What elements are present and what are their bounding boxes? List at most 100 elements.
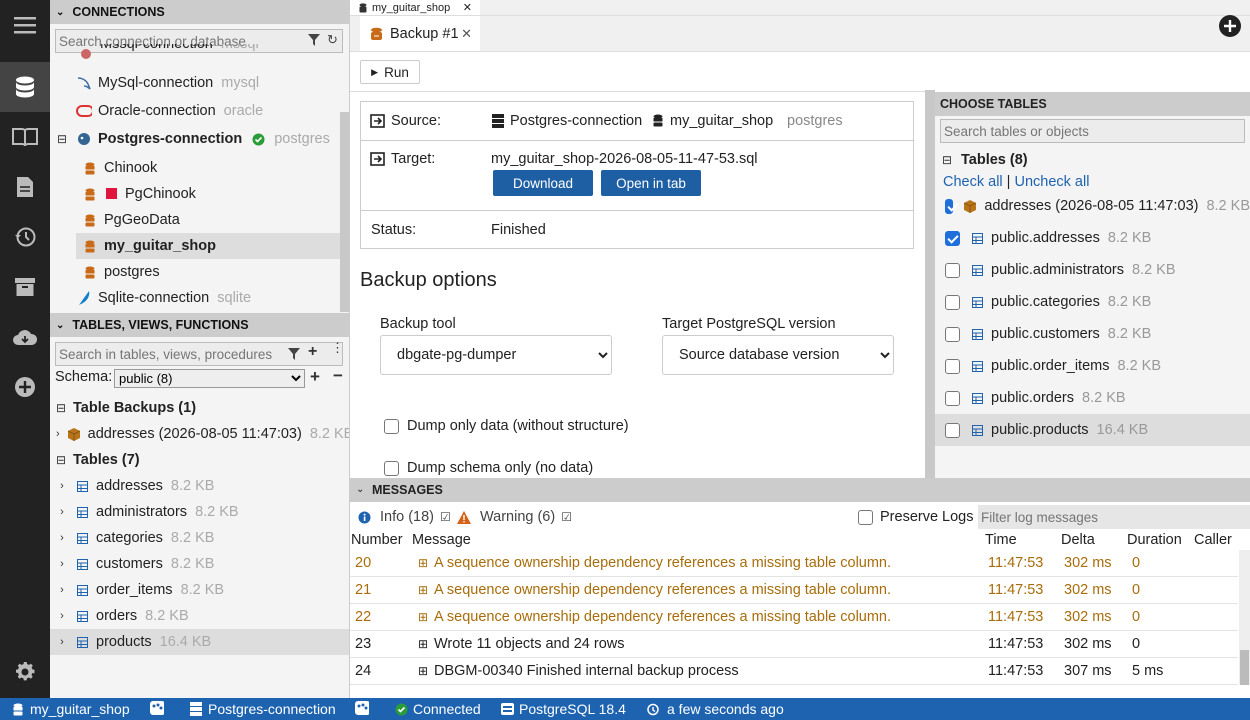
tables-group-toggle[interactable]: ⊟ Tables (8) xyxy=(941,152,1028,168)
filter-icon[interactable] xyxy=(288,347,300,363)
message-row[interactable]: 22 ⊞ A sequence ownership dependency refer… xyxy=(350,604,1238,631)
choose-table-item[interactable]: public.addresses 8.2 KB xyxy=(935,222,1250,254)
check-all-link[interactable]: Check all xyxy=(943,174,1003,190)
choose-tables-search-input[interactable] xyxy=(940,119,1245,143)
expand-plus-icon[interactable]: ⊞ xyxy=(418,583,428,597)
plus-icon[interactable]: + xyxy=(308,343,317,361)
connection-item-mssql[interactable]: Mssql-connection mssql xyxy=(50,44,349,64)
tab-backup-1[interactable]: Backup #1 ✕ xyxy=(360,16,480,51)
table-checkbox[interactable] xyxy=(945,422,960,438)
table-checkbox[interactable] xyxy=(945,358,960,374)
more-vertical-icon[interactable]: ⋮ xyxy=(331,341,344,354)
table-item-customers[interactable]: › customers 8.2 KB xyxy=(50,551,349,577)
choose-table-item[interactable]: public.order_items 8.2 KB xyxy=(935,350,1250,382)
expand-plus-icon[interactable]: ⊞ xyxy=(418,664,428,678)
messages-header[interactable]: ⌄ MESSAGES xyxy=(350,478,1250,502)
table-checkbox[interactable] xyxy=(945,294,960,310)
choose-table-item[interactable]: public.products 16.4 KB xyxy=(935,414,1250,446)
messages-scrollbar[interactable] xyxy=(1239,550,1250,685)
filter-log-input[interactable] xyxy=(978,505,1250,529)
chevron-right-icon[interactable]: › xyxy=(56,506,68,518)
add-schema-icon[interactable]: + xyxy=(310,367,320,387)
preserve-logs-checkbox[interactable]: Preserve Logs xyxy=(858,509,974,525)
tab-my-guitar-shop[interactable]: my_guitar_shop ✕ xyxy=(350,0,480,15)
expand-plus-icon[interactable]: ⊞ xyxy=(418,610,428,624)
connections-header[interactable]: ⌄ CONNECTIONS xyxy=(50,0,349,24)
database-item-my-guitar-shop[interactable]: my_guitar_shop xyxy=(76,233,340,259)
tables-header[interactable]: ⌄ TABLES, VIEWS, FUNCTIONS xyxy=(50,313,349,337)
expand-plus-icon[interactable]: ⊞ xyxy=(418,556,428,570)
table-checkbox[interactable] xyxy=(945,198,954,214)
add-circle-icon[interactable] xyxy=(0,362,50,412)
connection-item-postgres[interactable]: ⊟ Postgres-connection postgres xyxy=(50,126,349,152)
table-checkbox[interactable] xyxy=(945,230,960,246)
status-connection[interactable]: Postgres-connection xyxy=(189,701,336,717)
info-filter[interactable]: Info (18) ☑ xyxy=(356,509,451,525)
history-icon[interactable] xyxy=(0,212,50,262)
collapse-icon[interactable]: ⊟ xyxy=(55,453,67,467)
file-icon[interactable] xyxy=(0,162,50,212)
close-icon[interactable]: ✕ xyxy=(461,26,472,42)
run-button[interactable]: ▶ Run xyxy=(360,60,420,84)
collapse-icon[interactable]: ⊟ xyxy=(56,132,68,146)
database-item-pggeodata[interactable]: PgGeoData xyxy=(50,207,349,233)
chevron-right-icon[interactable]: › xyxy=(56,532,68,544)
tables-group[interactable]: ⊟ Tables (7) xyxy=(50,447,349,473)
cloud-icon[interactable] xyxy=(0,312,50,362)
table-item-administrators[interactable]: › administrators 8.2 KB xyxy=(50,499,349,525)
warning-filter[interactable]: Warning (6) ☑ xyxy=(456,509,572,525)
choose-table-item[interactable]: public.categories 8.2 KB xyxy=(935,286,1250,318)
download-button[interactable]: Download xyxy=(493,170,593,196)
dump-schema-only-checkbox[interactable]: Dump schema only (no data) xyxy=(384,460,593,476)
chevron-right-icon[interactable]: › xyxy=(56,558,68,570)
table-item-addresses[interactable]: › addresses 8.2 KB xyxy=(50,473,349,499)
message-row[interactable]: 23 ⊞ Wrote 11 objects and 24 rows 11:47:53 3… xyxy=(350,631,1238,658)
status-database[interactable]: my_guitar_shop xyxy=(11,701,130,717)
table-checkbox[interactable] xyxy=(945,262,960,278)
choose-table-item[interactable]: public.orders 8.2 KB xyxy=(935,382,1250,414)
backup-item[interactable]: › addresses (2026-08-05 11:47:03) 8.2 KB xyxy=(50,421,349,447)
backup-tool-select[interactable]: dbgate-pg-dumper xyxy=(380,335,612,375)
message-row[interactable]: 20 ⊞ A sequence ownership dependency refer… xyxy=(350,550,1238,577)
status-palette[interactable] xyxy=(150,701,169,715)
choose-table-item[interactable]: public.customers 8.2 KB xyxy=(935,318,1250,350)
connection-item-mysql[interactable]: MySql-connection mysql xyxy=(50,70,349,96)
connection-item-oracle[interactable]: Oracle-connection oracle xyxy=(50,98,349,124)
new-tab-plus-icon[interactable] xyxy=(1218,14,1242,41)
database-icon[interactable] xyxy=(0,62,50,112)
menu-icon[interactable] xyxy=(0,0,50,50)
table-backups-group[interactable]: ⊟ Table Backups (1) xyxy=(50,395,349,421)
chevron-right-icon[interactable]: › xyxy=(56,480,68,492)
choose-table-item[interactable]: public.administrators 8.2 KB xyxy=(935,254,1250,286)
collapse-icon[interactable]: ⊟ xyxy=(55,401,67,415)
connections-scrollbar[interactable] xyxy=(340,112,349,312)
choose-table-item[interactable]: addresses (2026-08-05 11:47:03) 8.2 KB xyxy=(935,190,1250,222)
book-icon[interactable] xyxy=(0,112,50,162)
schema-select[interactable]: public (8) xyxy=(114,369,305,388)
table-item-order-items[interactable]: › order_items 8.2 KB xyxy=(50,577,349,603)
table-checkbox[interactable] xyxy=(945,390,960,406)
archive-icon[interactable] xyxy=(0,262,50,312)
close-icon[interactable]: ✕ xyxy=(463,1,472,14)
chevron-right-icon[interactable]: › xyxy=(56,428,60,440)
settings-gear-icon[interactable] xyxy=(0,647,50,697)
message-row[interactable]: 24 ⊞ DBGM-00340 Finished internal backup p… xyxy=(350,658,1238,685)
dump-data-only-checkbox[interactable]: Dump only data (without structure) xyxy=(384,418,629,434)
database-item-pgchinook[interactable]: PgChinook xyxy=(50,181,349,207)
database-item-postgres[interactable]: postgres xyxy=(50,259,349,285)
table-item-products[interactable]: › products 16.4 KB xyxy=(50,629,349,655)
database-item-chinook[interactable]: Chinook xyxy=(50,155,349,181)
chevron-right-icon[interactable]: › xyxy=(56,636,68,648)
status-palette-2[interactable] xyxy=(355,701,374,715)
table-item-categories[interactable]: › categories 8.2 KB xyxy=(50,525,349,551)
table-item-orders[interactable]: › orders 8.2 KB xyxy=(50,603,349,629)
status-refresh-time[interactable]: a few seconds ago xyxy=(645,701,784,717)
chevron-right-icon[interactable]: › xyxy=(56,584,68,596)
target-version-select[interactable]: Source database version xyxy=(662,335,894,375)
message-row[interactable]: 21 ⊞ A sequence ownership dependency refer… xyxy=(350,577,1238,604)
chevron-right-icon[interactable]: › xyxy=(56,610,68,622)
table-checkbox[interactable] xyxy=(945,326,960,342)
open-in-tab-button[interactable]: Open in tab xyxy=(601,170,701,196)
remove-schema-icon[interactable]: − xyxy=(333,366,343,386)
uncheck-all-link[interactable]: Uncheck all xyxy=(1014,174,1089,190)
